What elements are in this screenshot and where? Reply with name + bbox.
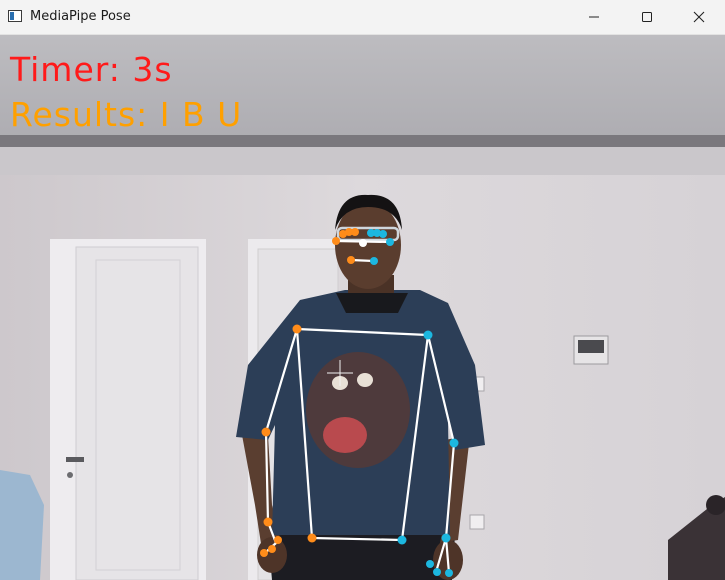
timer-label: Timer:: [10, 50, 121, 89]
timer-overlay: Timer: 3s: [10, 50, 173, 89]
landmark-right-shoulder: [423, 330, 433, 340]
landmark-mouth-right: [370, 257, 378, 265]
landmark-left-pinky: [260, 549, 268, 557]
camera-feed: Timer: 3s Results: I B U: [0, 35, 725, 580]
results-label: Results:: [10, 95, 149, 134]
landmark-left-ear: [332, 237, 340, 245]
landmark-right-pinky: [445, 569, 453, 577]
results-value: I B U: [159, 95, 243, 134]
maximize-icon: [642, 12, 652, 22]
left-door-handle: [66, 457, 84, 462]
tshirt-graphic: [306, 352, 410, 468]
light-switch-toggle: [578, 340, 604, 353]
minimize-icon: [589, 16, 599, 18]
tshirt-collar: [336, 293, 408, 313]
landmark-right-index: [433, 568, 441, 576]
landmark-right-eye-inner: [367, 229, 375, 237]
close-button[interactable]: [673, 0, 725, 34]
person-pants: [268, 535, 455, 580]
landmark-right-ear: [386, 238, 394, 246]
landmark-right-thumb: [426, 560, 434, 568]
app-window-icon: [8, 10, 22, 22]
landmark-mouth-left: [347, 256, 355, 264]
window-titlebar[interactable]: MediaPipe Pose: [0, 0, 725, 35]
ceiling-edge: [0, 147, 725, 177]
landmark-right-wrist: [441, 533, 451, 543]
window-title: MediaPipe Pose: [30, 9, 131, 24]
landmark-left-shoulder: [292, 324, 302, 334]
tshirt-graphic-eye-right: [357, 373, 373, 387]
landmark-right-elbow: [449, 438, 459, 448]
maximize-button[interactable]: [621, 0, 673, 34]
results-overlay: Results: I B U: [10, 95, 242, 134]
landmark-left-eye-inner: [351, 228, 359, 236]
tshirt-graphic-mouth: [323, 417, 367, 453]
landmark-right-hip: [397, 535, 407, 545]
landmark-left-index: [268, 545, 276, 553]
close-icon: [693, 11, 705, 23]
landmark-left-elbow: [261, 427, 271, 437]
ceiling-beam: [0, 135, 725, 147]
landmark-left-thumb: [274, 536, 282, 544]
floor-outlet: [469, 514, 485, 530]
timer-value: 3s: [132, 50, 173, 89]
landmark-nose: [359, 239, 367, 247]
left-door-lock: [67, 472, 73, 478]
landmark-left-hip: [307, 533, 317, 543]
minimize-button[interactable]: [568, 0, 620, 34]
landmark-left-wrist: [263, 517, 273, 527]
